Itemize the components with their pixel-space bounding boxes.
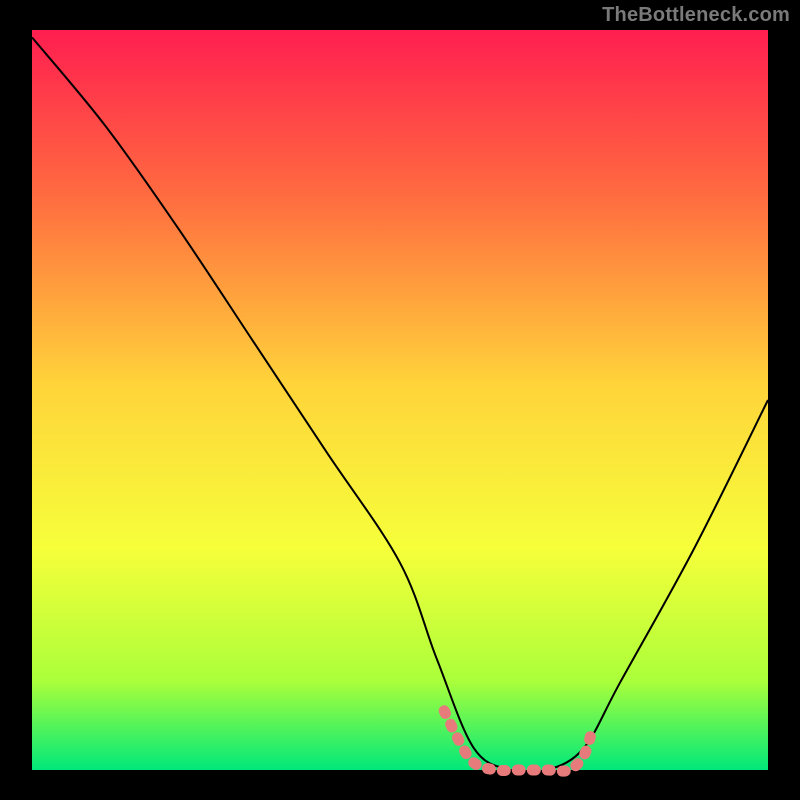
plot-area <box>32 30 768 770</box>
bottleneck-chart <box>0 0 800 800</box>
watermark-text: TheBottleneck.com <box>602 4 790 27</box>
